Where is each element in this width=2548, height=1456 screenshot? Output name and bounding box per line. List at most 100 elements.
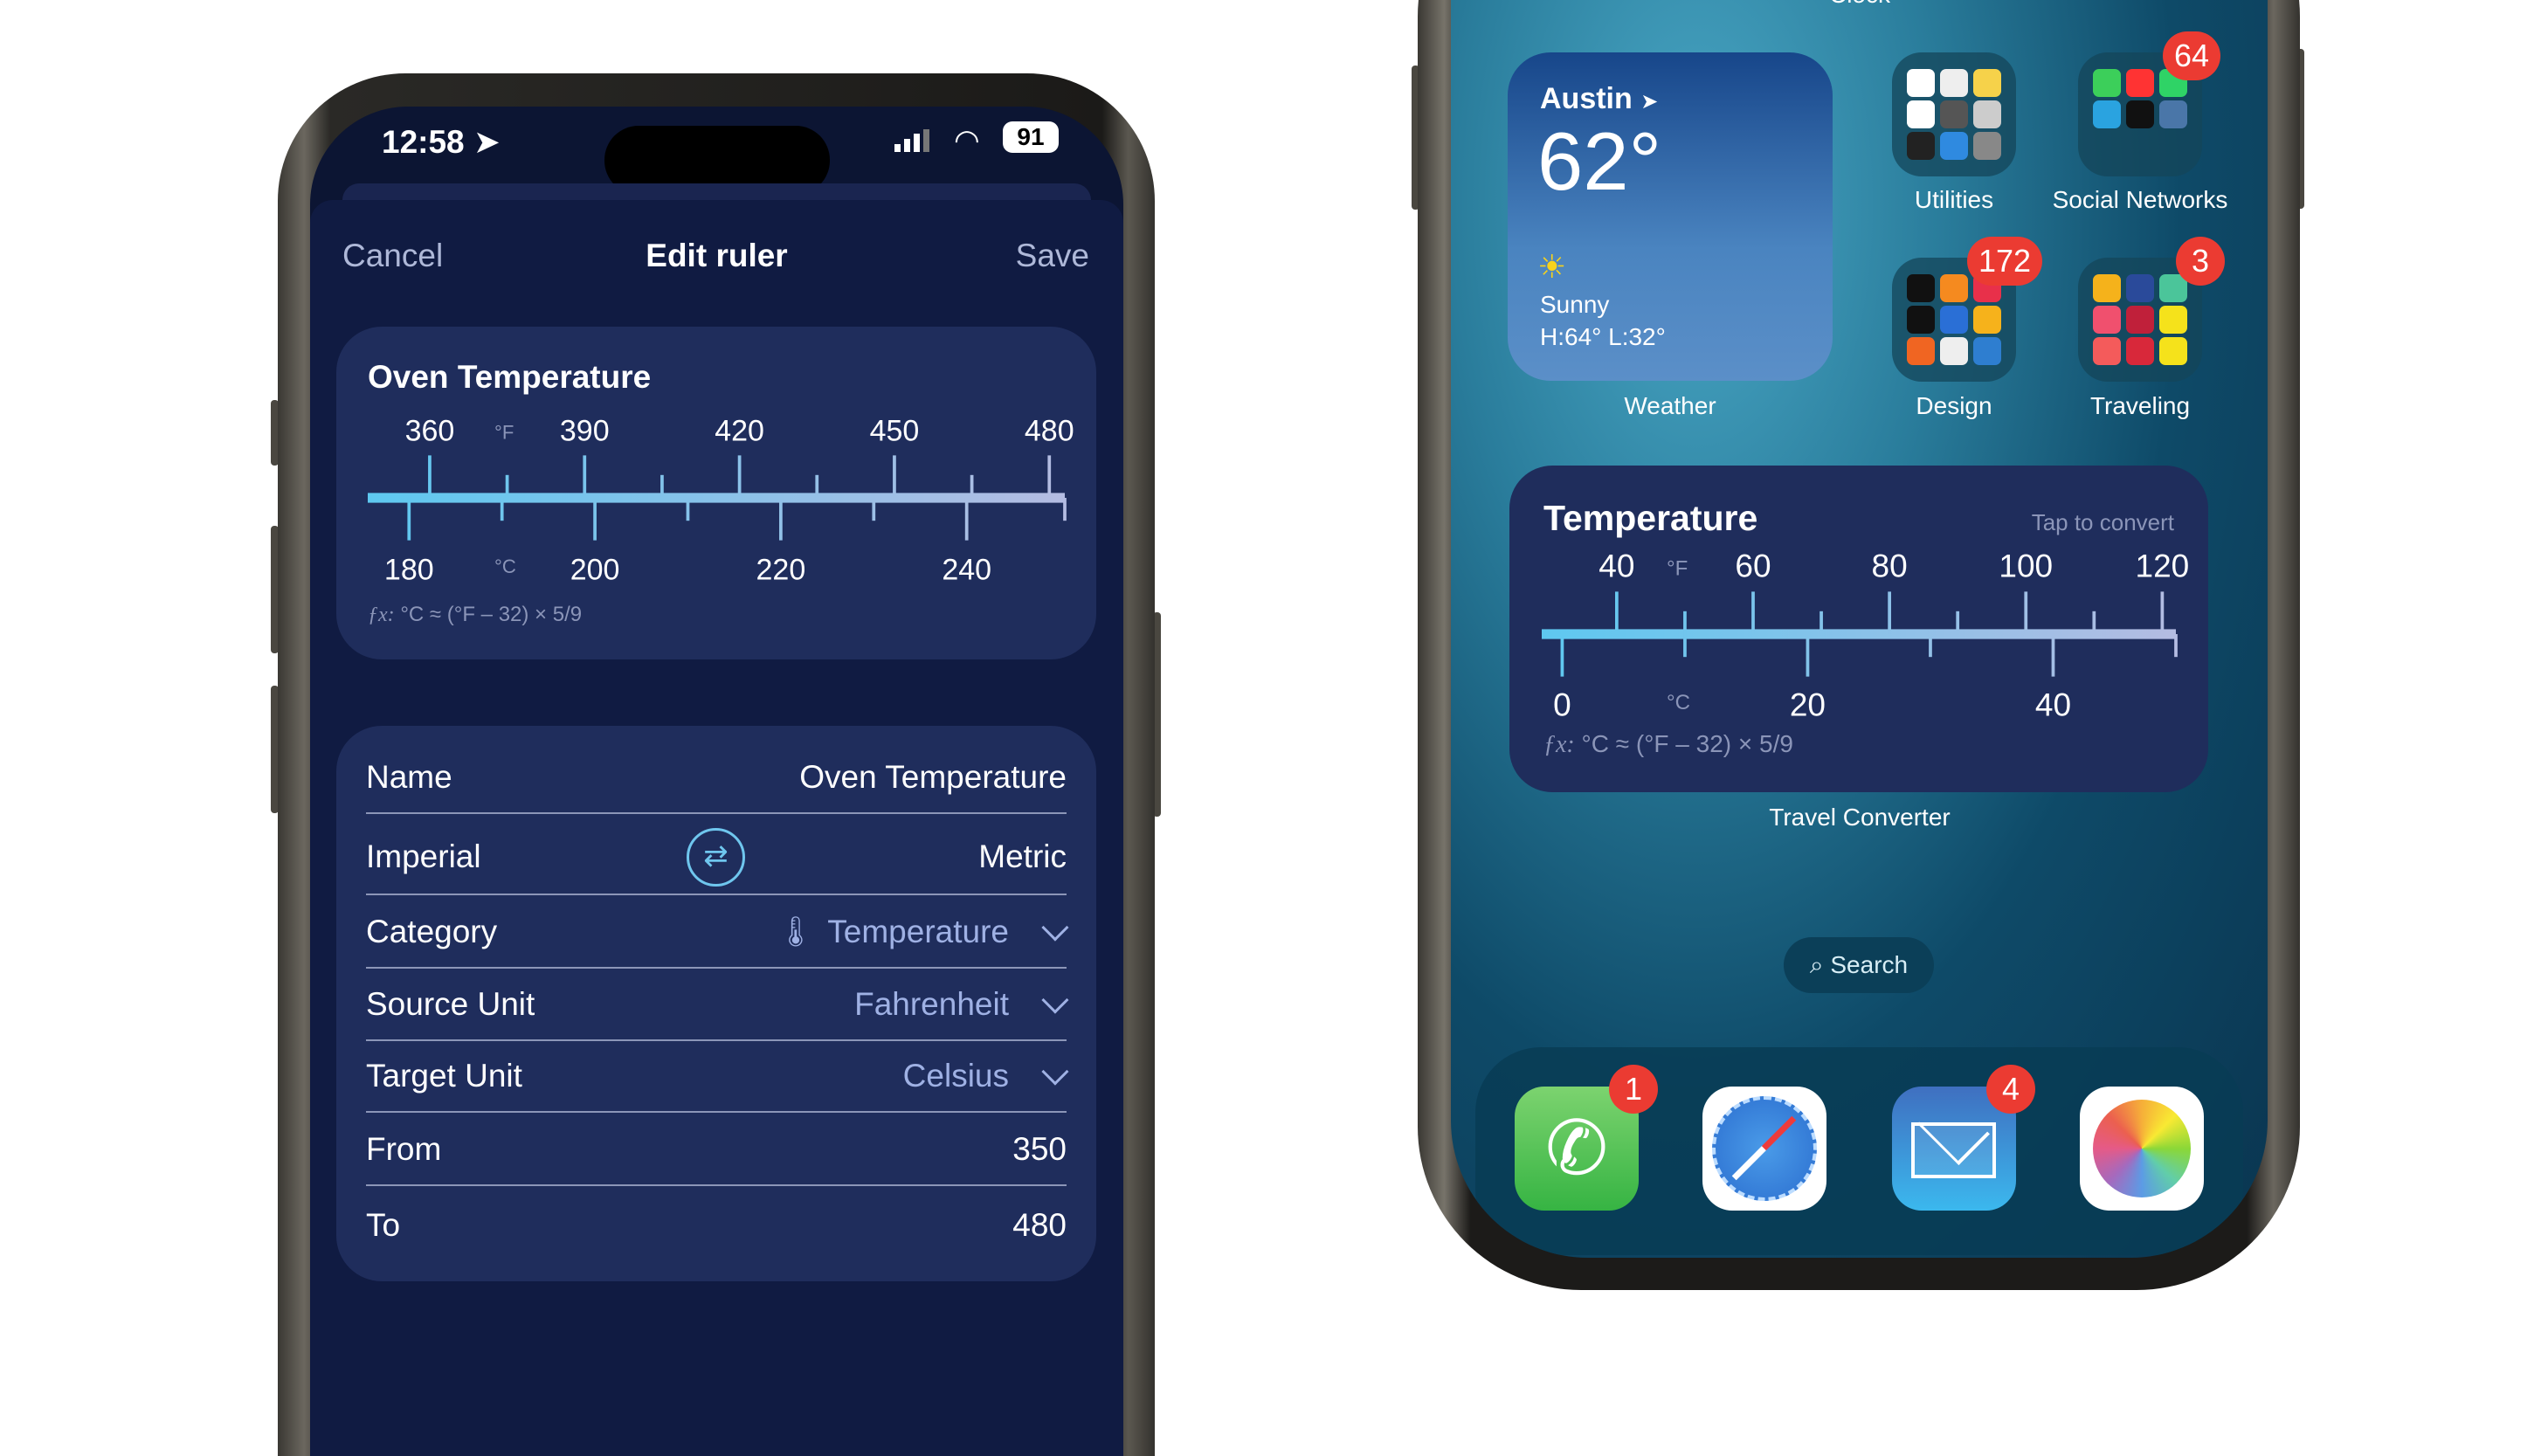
app-mini-icon xyxy=(1940,132,1968,160)
status-time: 12:58 ➤ xyxy=(382,123,501,161)
left-phone-screen: 12:58 ➤ ◠ 91 Cancel Edit ruler Save Oven… xyxy=(310,107,1123,1456)
fahrenheit-unit: °F xyxy=(1667,557,1688,581)
celsius-unit: °C xyxy=(494,555,516,577)
app-mini-icon xyxy=(1907,337,1935,365)
to-value[interactable]: 480 xyxy=(1012,1207,1067,1244)
source-unit-label: Source Unit xyxy=(366,986,535,1022)
fx-icon: ƒx: xyxy=(1543,731,1575,758)
folder-label: Social Networks xyxy=(2052,186,2228,213)
f-tick-label: 420 xyxy=(715,415,764,448)
app-mini-icon xyxy=(1973,337,2001,365)
battery-icon: 91 xyxy=(1003,121,1059,153)
app-mini-icon xyxy=(1907,100,1935,128)
chevron-down-icon xyxy=(1041,986,1069,1014)
safari-app-icon[interactable] xyxy=(1702,1087,1826,1211)
notification-badge: 1 xyxy=(1609,1065,1658,1114)
name-value[interactable]: Oven Temperature xyxy=(799,759,1067,796)
app-mini-icon xyxy=(1907,69,1935,97)
formula-text: °C ≈ (°F – 32) × 5/9 xyxy=(400,603,583,626)
to-row[interactable]: To 480 xyxy=(366,1190,1067,1261)
cancel-button[interactable]: Cancel xyxy=(342,238,443,274)
app-mini-icon xyxy=(2093,306,2121,334)
app-mini-icon xyxy=(1940,337,1968,365)
formula-text: °C ≈ (°F – 32) × 5/9 xyxy=(1581,730,1793,757)
notification-badge: 172 xyxy=(1967,237,2043,286)
ruler-bar xyxy=(368,493,1065,503)
thermometer-icon: 🌡 xyxy=(777,915,815,949)
f-tick-label: 100 xyxy=(1999,549,2053,584)
time-text: 12:58 xyxy=(382,124,465,160)
app-mini-icon xyxy=(2093,274,2121,302)
app-mini-icon xyxy=(2159,337,2187,365)
f-tick-label: 120 xyxy=(2136,549,2190,584)
app-mini-icon xyxy=(1907,132,1935,160)
category-label: Category xyxy=(366,914,498,949)
c-tick-label: 0 xyxy=(1553,687,1571,723)
category-row[interactable]: Category 🌡 Temperature xyxy=(366,897,1069,969)
c-tick-label: 220 xyxy=(756,554,806,587)
search-button[interactable]: ⌕ Search xyxy=(1784,937,1934,993)
location-arrow-icon: ➤ xyxy=(473,124,501,160)
celsius-unit: °C xyxy=(1667,691,1690,714)
weather-label: Weather xyxy=(1624,392,1716,419)
f-tick-label: 480 xyxy=(1025,415,1074,448)
target-unit-row[interactable]: Target Unit Celsius xyxy=(366,1041,1069,1113)
f-tick-label: 80 xyxy=(1872,549,1908,584)
notification-badge: 3 xyxy=(2176,237,2225,286)
ruler-formula: ƒx: °C ≈ (°F – 32) × 5/9 xyxy=(368,603,582,627)
chevron-down-icon xyxy=(1041,1058,1069,1086)
signal-icon xyxy=(894,126,929,152)
temperature-converter-widget[interactable]: Temperature Tap to convert 40 60 80 100 120 0… xyxy=(1509,466,2208,792)
app-mini-icon xyxy=(2126,69,2154,97)
right-phone-screen: Clock Austin ➤ 62° ☀ Sunny H:64° L:32° W… xyxy=(1451,0,2268,1258)
app-mini-icon xyxy=(1907,306,1935,334)
app-mini-icon xyxy=(2126,100,2154,128)
app-mini-icon xyxy=(2159,306,2187,334)
f-tick-label: 390 xyxy=(560,415,610,448)
app-mini-icon xyxy=(1940,274,1968,302)
source-unit-row[interactable]: Source Unit Fahrenheit xyxy=(366,970,1069,1041)
app-mini-icon xyxy=(1973,132,2001,160)
app-mini-icon xyxy=(2126,337,2154,365)
app-mini-icon xyxy=(2126,306,2154,334)
weather-condition: Sunny xyxy=(1540,291,1610,318)
folder-label: Traveling xyxy=(2089,392,2191,419)
c-tick-label: 200 xyxy=(570,554,620,587)
name-label: Name xyxy=(366,759,452,795)
source-unit-value: Fahrenheit xyxy=(854,986,1009,1022)
c-tick-label: 240 xyxy=(942,554,991,587)
from-value[interactable]: 350 xyxy=(1012,1131,1067,1168)
c-tick-label: 180 xyxy=(384,554,434,587)
folder-utilities[interactable] xyxy=(1892,52,2016,176)
widget-label: Travel Converter xyxy=(1769,804,1951,831)
battery-level: 91 xyxy=(1017,123,1045,150)
c-tick-label: 40 xyxy=(2035,687,2071,723)
photos-app-icon[interactable] xyxy=(2080,1087,2204,1211)
app-mini-icon xyxy=(1940,69,1968,97)
notification-badge: 4 xyxy=(1986,1065,2035,1114)
swap-arrows-icon[interactable]: ⇄ xyxy=(687,828,745,887)
search-label: Search xyxy=(1830,951,1909,978)
c-tick-label: 20 xyxy=(1790,687,1826,723)
ruler-bar xyxy=(1542,629,2176,639)
app-mini-icon xyxy=(2093,69,2121,97)
app-mini-icon xyxy=(2126,274,2154,302)
f-tick-label: 40 xyxy=(1599,549,1634,584)
f-tick-label: 360 xyxy=(405,415,455,448)
f-tick-label: 450 xyxy=(870,415,920,448)
search-icon: ⌕ xyxy=(1809,951,1824,978)
fx-icon: ƒx: xyxy=(368,604,395,626)
app-mini-icon xyxy=(1973,306,2001,334)
ruler-preview-card[interactable]: Oven Temperature 360 390 420 450 480 180 200 22… xyxy=(336,327,1096,659)
save-button[interactable]: Save xyxy=(1016,238,1089,274)
weather-hilo: H:64° L:32° xyxy=(1540,323,1666,350)
converter-formula: ƒx: °C ≈ (°F – 32) × 5/9 xyxy=(1543,730,1793,759)
weather-widget[interactable]: Austin ➤ 62° ☀ Sunny H:64° L:32° xyxy=(1508,52,1833,381)
app-mini-icon xyxy=(1907,274,1935,302)
from-row[interactable]: From 350 xyxy=(366,1114,1067,1186)
name-row[interactable]: Name Oven Temperature xyxy=(366,742,1067,814)
wifi-icon: ◠ xyxy=(954,124,980,157)
app-mini-icon xyxy=(2093,337,2121,365)
chevron-down-icon xyxy=(1041,914,1069,942)
imperial-label: Imperial xyxy=(366,838,481,874)
